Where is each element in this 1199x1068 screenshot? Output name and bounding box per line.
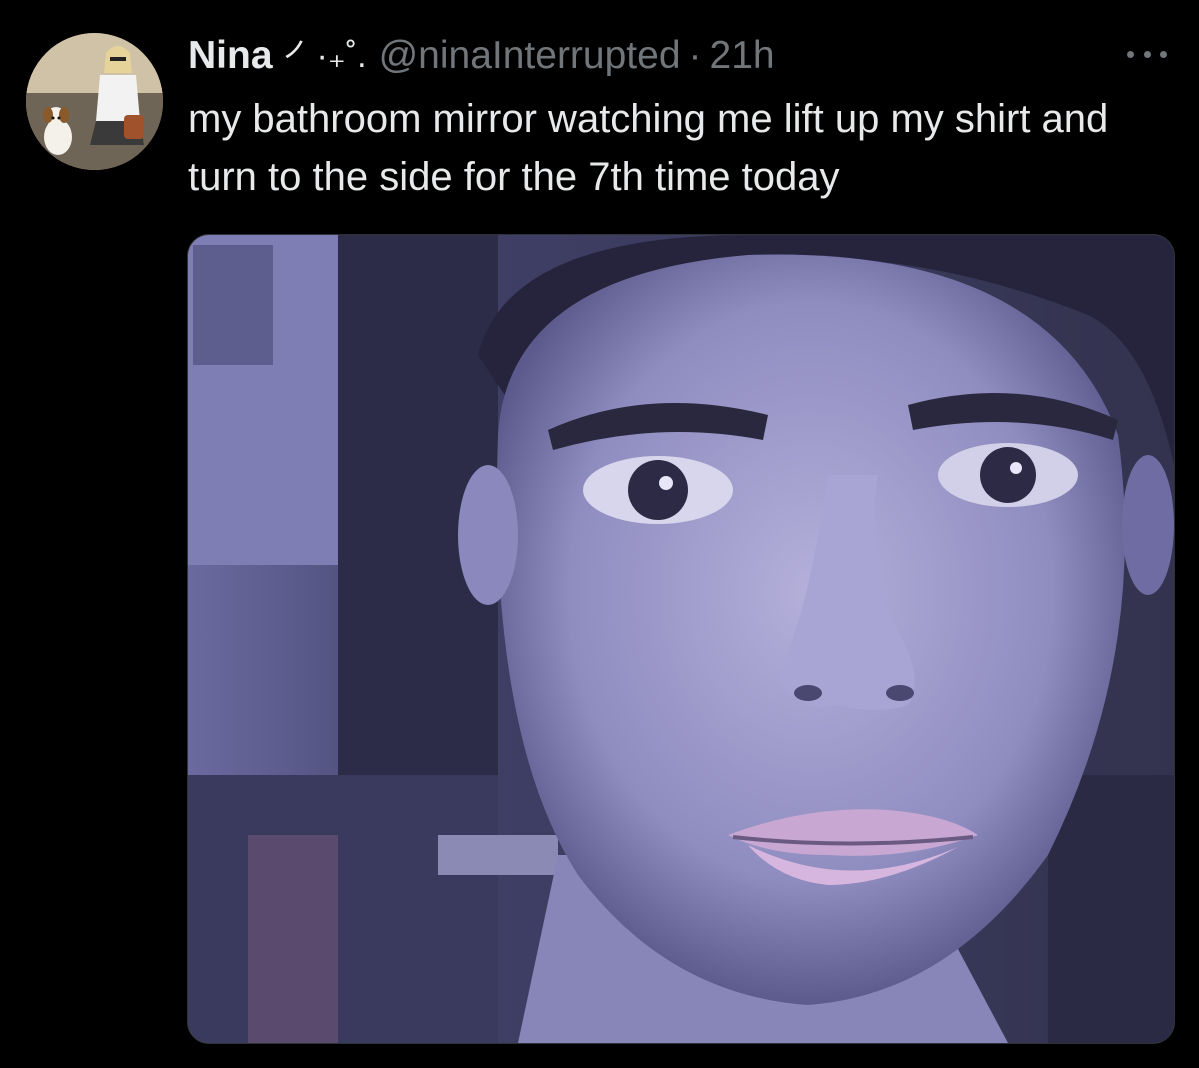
avatar-image <box>26 33 163 170</box>
separator-dot: · <box>688 34 702 77</box>
timestamp[interactable]: 21h <box>710 30 775 82</box>
tweet-text: my bathroom mirror watching me lift up m… <box>188 97 1109 199</box>
tweet-header: Nina ㇒·₊˚. @ninaInterrupted · 21h <box>188 30 775 82</box>
media-photo <box>188 235 1174 1043</box>
user-handle[interactable]: @ninaInterrupted <box>379 30 681 82</box>
more-dot <box>1127 50 1134 58</box>
more-dot <box>1143 50 1151 58</box>
avatar[interactable] <box>26 33 163 170</box>
tweet-media[interactable] <box>187 234 1175 1044</box>
display-name[interactable]: Nina <box>188 30 273 82</box>
more-dot <box>1160 50 1167 58</box>
more-horizontal-icon[interactable] <box>1127 40 1167 68</box>
name-emoji: ㇒·₊˚. <box>282 37 367 75</box>
